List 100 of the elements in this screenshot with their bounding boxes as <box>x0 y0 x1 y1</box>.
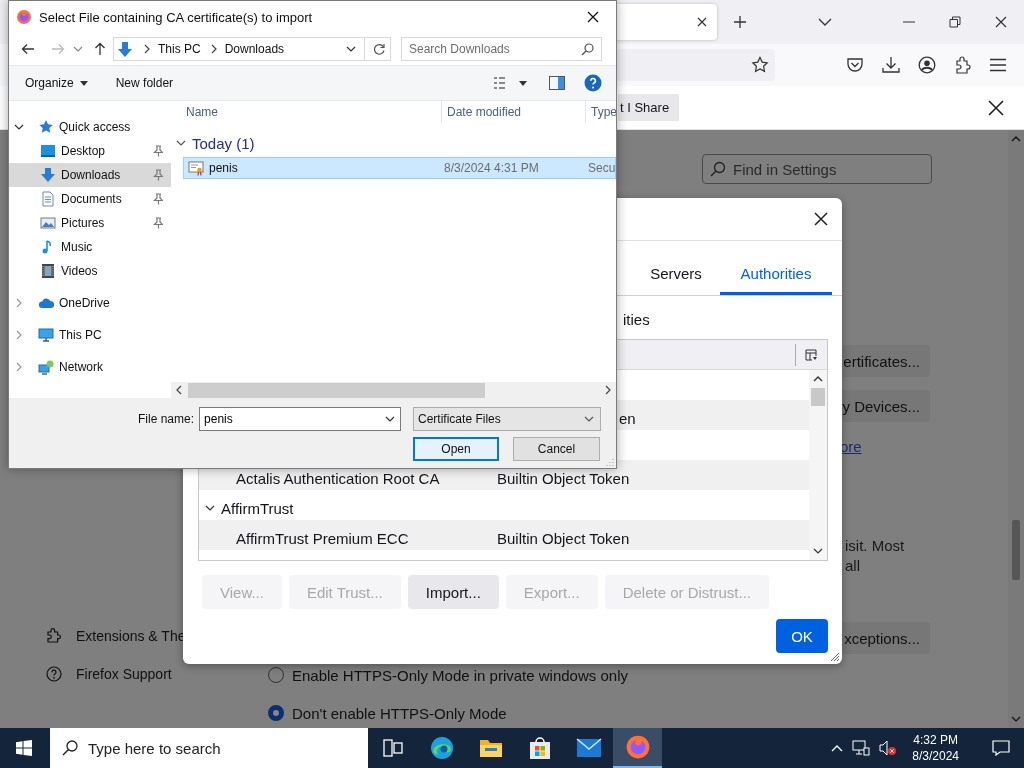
table-cell-text: AffirmTrust Premium ECC <box>236 529 410 547</box>
scrollbar-thumb[interactable] <box>1012 520 1020 580</box>
chevron-down-icon[interactable] <box>14 122 24 132</box>
search-field[interactable]: Find in Settings <box>702 154 932 184</box>
group-header[interactable]: Today (1) <box>192 134 255 152</box>
restore-icon[interactable] <box>949 16 961 28</box>
breadcrumb[interactable]: Downloads <box>224 42 285 56</box>
table-cell: en <box>619 409 636 427</box>
tab[interactable]: Authorities <box>720 255 832 295</box>
up-icon[interactable] <box>94 42 106 56</box>
column-picker-icon[interactable] <box>805 348 817 361</box>
firefox-icon[interactable] <box>624 734 651 760</box>
nav-item[interactable]: Videos <box>9 259 171 283</box>
refresh-icon[interactable] <box>373 43 385 55</box>
account-icon[interactable] <box>918 56 936 74</box>
nav-item[interactable]: This PC <box>9 323 171 347</box>
chevron-down-icon <box>584 414 595 424</box>
chevron-down-icon[interactable] <box>385 414 396 424</box>
scroll-right-icon[interactable] <box>603 385 613 395</box>
search-icon <box>62 740 78 756</box>
task-view-icon[interactable] <box>382 739 403 757</box>
nav-item[interactable]: OneDrive <box>9 291 171 315</box>
volume-muted-icon[interactable] <box>879 740 898 756</box>
scrollbar-thumb[interactable] <box>188 382 485 398</box>
network-icon[interactable] <box>852 740 871 756</box>
dialog-button[interactable]: Cancel <box>513 437 600 461</box>
table-row[interactable]: AffirmTrust Premium ECC Builtin Object Token <box>199 520 809 550</box>
store-bag-icon[interactable] <box>527 736 552 760</box>
scroll-down-icon[interactable] <box>813 546 823 556</box>
computer-icon <box>38 327 54 343</box>
windows-logo-icon[interactable] <box>16 740 32 756</box>
clock[interactable]: 4:32 PM 8/3/2024 <box>906 732 965 764</box>
nav-item[interactable]: Pictures <box>9 211 171 235</box>
search-icon[interactable] <box>581 43 594 56</box>
sidebar-item[interactable]: Firefox Support <box>46 660 260 688</box>
certificate-icon <box>188 160 204 176</box>
column-header[interactable]: Date modified <box>441 101 585 123</box>
dialog-button[interactable]: Import... <box>407 575 499 609</box>
column-header[interactable]: Type <box>585 101 616 123</box>
address-bar[interactable]: This PC Downloads <box>113 37 391 61</box>
nav-item[interactable]: Downloads <box>9 163 171 187</box>
pin-icon[interactable] <box>153 145 163 157</box>
description-text: all <box>845 556 860 576</box>
chevron-down-icon[interactable] <box>176 138 186 148</box>
file-row[interactable]: penis 8/3/2024 4:31 PM Secu <box>183 157 616 179</box>
menu-icon[interactable] <box>990 58 1006 72</box>
close-icon[interactable] <box>587 11 599 23</box>
scroll-up-icon[interactable] <box>813 374 823 384</box>
radio-button[interactable] <box>268 705 284 721</box>
scroll-left-icon[interactable] <box>174 385 184 395</box>
nav-item[interactable]: Network <box>9 355 171 379</box>
dialog-button[interactable]: Open <box>413 437 499 461</box>
notification-button[interactable]: t I Share <box>618 94 680 121</box>
resize-grip-icon[interactable] <box>605 457 614 466</box>
file-name-field[interactable]: penis <box>199 407 402 431</box>
breadcrumb[interactable]: This PC <box>158 42 201 56</box>
scrollbar-thumb[interactable] <box>811 388 825 406</box>
column-header[interactable]: Name <box>171 101 441 123</box>
notification-icon[interactable] <box>992 740 1010 756</box>
heading-text: ities <box>623 310 650 330</box>
resize-grip-icon[interactable] <box>830 652 840 662</box>
firefox-icon <box>16 9 32 25</box>
folder-icon[interactable] <box>478 737 503 759</box>
nav-item[interactable]: Desktop <box>9 139 171 163</box>
search-field[interactable]: Type here to search <box>50 728 368 768</box>
chevron-down-icon[interactable] <box>818 17 832 27</box>
nav-item[interactable]: Quick access <box>9 115 171 139</box>
description-text: isit. Most <box>845 536 905 556</box>
back-icon[interactable] <box>21 43 35 55</box>
pocket-icon[interactable] <box>846 56 864 74</box>
download-icon[interactable] <box>882 56 900 74</box>
nav-item[interactable]: Music <box>9 235 171 259</box>
preview-pane-icon[interactable] <box>549 76 565 90</box>
ok-button[interactable]: OK <box>776 619 828 653</box>
file-type-dropdown[interactable]: Certificate Files <box>413 407 602 431</box>
chevron-down-icon[interactable] <box>346 44 356 54</box>
close-icon[interactable] <box>697 17 707 27</box>
new-folder-button[interactable]: New folder <box>109 72 180 94</box>
table-cell-text: Actalis Authentication Root CA <box>236 469 441 487</box>
pin-icon[interactable] <box>153 169 163 181</box>
help-icon[interactable] <box>584 74 602 92</box>
plus-icon[interactable] <box>733 15 747 29</box>
view-options-icon[interactable] <box>493 76 529 90</box>
close-icon[interactable] <box>995 16 1007 28</box>
chevron-up-icon[interactable] <box>831 743 844 753</box>
nav-item[interactable]: Documents <box>9 187 171 211</box>
mail-icon[interactable] <box>575 738 602 758</box>
organize-menu[interactable]: Organize <box>19 72 94 94</box>
chevron-down-icon[interactable] <box>205 503 215 513</box>
extensions-icon[interactable] <box>954 56 972 74</box>
radio-button[interactable] <box>268 667 284 683</box>
chevron-right-icon[interactable] <box>142 44 150 54</box>
close-icon[interactable] <box>814 212 828 226</box>
star-icon[interactable] <box>751 56 769 74</box>
edge-icon[interactable] <box>429 736 454 760</box>
close-icon[interactable] <box>988 99 1004 116</box>
tab[interactable]: Servers <box>632 255 720 295</box>
table-cell-text: Builtin Object Token <box>497 529 631 547</box>
pin-icon[interactable] <box>153 217 163 229</box>
pin-icon[interactable] <box>153 193 163 205</box>
